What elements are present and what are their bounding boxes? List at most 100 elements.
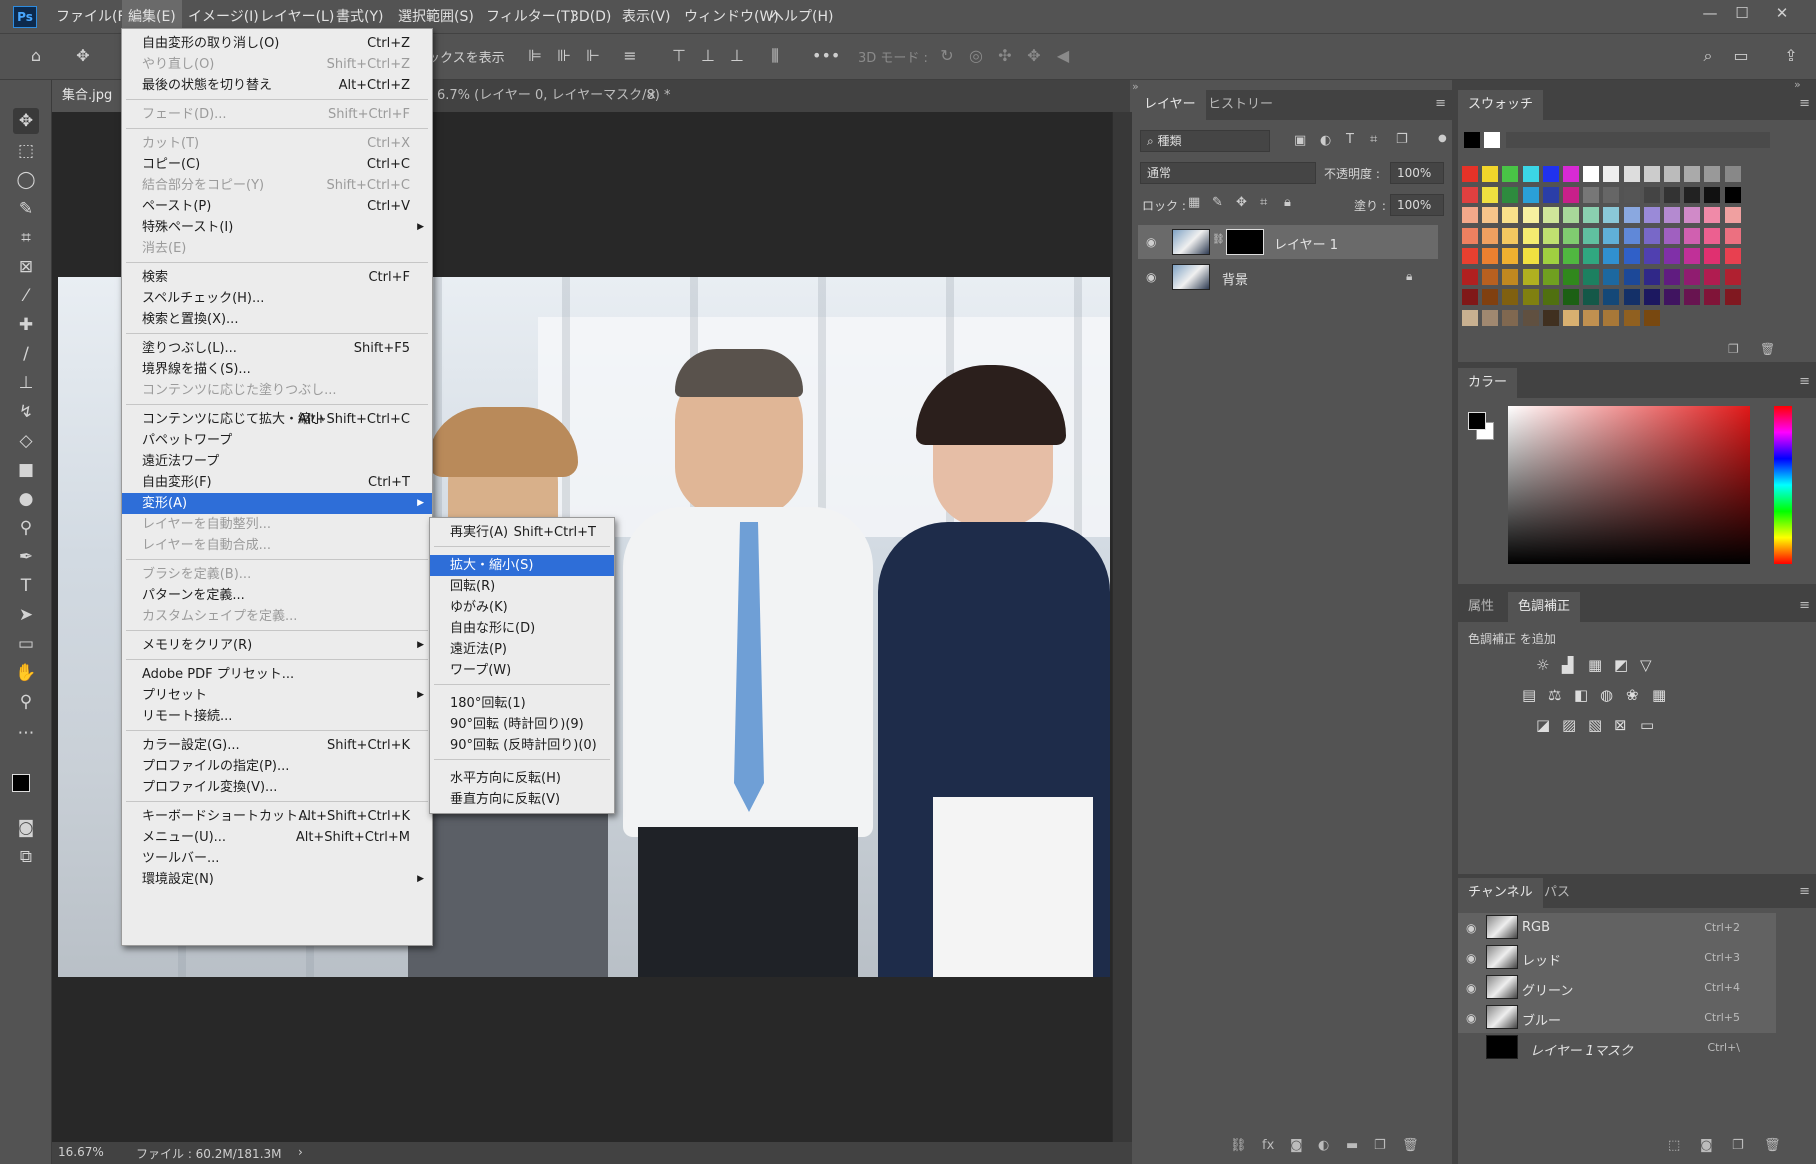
layer-row[interactable]: ◉ ⛓︎ レイヤー 1 bbox=[1138, 225, 1438, 259]
fx-icon[interactable]: fx bbox=[1262, 1138, 1274, 1153]
color-swatch[interactable] bbox=[1522, 289, 1539, 305]
color-swatch[interactable] bbox=[1603, 166, 1620, 182]
link-layers-icon[interactable]: ⛓︎ bbox=[1230, 1138, 1247, 1153]
edit-menu-item[interactable]: 環境設定(N) ▶ bbox=[122, 869, 432, 890]
color-swatch[interactable] bbox=[1462, 166, 1478, 182]
color-swatch[interactable] bbox=[1502, 207, 1519, 223]
color-swatch[interactable] bbox=[1583, 309, 1600, 326]
home-icon[interactable]: ⌂ bbox=[25, 45, 47, 67]
tab-color[interactable]: カラー bbox=[1458, 368, 1518, 398]
quick-select-icon[interactable]: ✎ bbox=[13, 196, 39, 222]
recent-swatch-black[interactable] bbox=[1464, 132, 1480, 148]
color-swatch[interactable] bbox=[1603, 289, 1620, 305]
transform-menu-item[interactable]: 180°回転(1) bbox=[430, 693, 614, 714]
stamp-tool-icon[interactable]: ⊥ bbox=[13, 370, 39, 396]
color-swatch[interactable] bbox=[1603, 309, 1620, 326]
eraser-icon[interactable]: ◇ bbox=[13, 428, 39, 454]
threshold-icon[interactable]: ▧ bbox=[1588, 716, 1602, 734]
edit-menu-item[interactable]: 検索と置換(X)... bbox=[122, 309, 432, 330]
chain-link-icon[interactable]: ⛓︎ bbox=[1212, 234, 1225, 245]
healing-brush-icon[interactable]: ✚ bbox=[13, 312, 39, 338]
color-swatch[interactable] bbox=[1684, 289, 1701, 305]
opacity-input[interactable]: 100% bbox=[1390, 162, 1444, 184]
edit-menu-item[interactable]: メモリをクリア(R) ▶ bbox=[122, 635, 432, 656]
color-swatch[interactable] bbox=[1462, 289, 1478, 305]
brightness-contrast-icon[interactable]: ☼ bbox=[1536, 656, 1549, 674]
color-swatch[interactable] bbox=[1563, 289, 1579, 305]
fill-input[interactable]: 100% bbox=[1390, 194, 1444, 216]
color-swatch[interactable] bbox=[1522, 227, 1539, 244]
color-swatch[interactable] bbox=[1482, 166, 1499, 182]
panel-menu-icon[interactable]: ≡ bbox=[1435, 96, 1446, 111]
edit-menu-item[interactable]: 検索 Ctrl+F bbox=[122, 267, 432, 288]
color-swatch[interactable] bbox=[1502, 227, 1519, 244]
color-swatch[interactable] bbox=[1603, 207, 1620, 223]
edit-menu-item[interactable]: 自由変形の取り消し(O) Ctrl+Z bbox=[122, 33, 432, 54]
color-swatch[interactable] bbox=[1704, 166, 1721, 182]
align-left-icon[interactable]: ⊫ bbox=[524, 45, 546, 67]
edit-menu-item[interactable]: パペットワープ bbox=[122, 430, 432, 451]
filter-type-icon[interactable]: T bbox=[1346, 132, 1354, 147]
minimize-icon[interactable]: — bbox=[1692, 0, 1728, 28]
filter-shape-icon[interactable]: ⌗ bbox=[1370, 132, 1377, 147]
color-swatch[interactable] bbox=[1704, 207, 1721, 223]
color-swatch[interactable] bbox=[1522, 207, 1539, 223]
color-swatch[interactable] bbox=[1623, 289, 1640, 305]
color-swatch[interactable] bbox=[1724, 289, 1741, 305]
exposure-icon[interactable]: ◩ bbox=[1614, 656, 1628, 674]
color-swatch[interactable] bbox=[1563, 186, 1579, 203]
add-mask-icon[interactable]: ◙ bbox=[1290, 1138, 1303, 1153]
edit-menu-item[interactable]: リモート接続... bbox=[122, 706, 432, 727]
color-swatch[interactable] bbox=[1684, 186, 1701, 203]
color-lookup-icon[interactable]: ▦ bbox=[1652, 686, 1666, 704]
color-swatch[interactable] bbox=[1623, 248, 1640, 264]
show-transform-controls-label[interactable]: ックスを表示 bbox=[427, 47, 505, 66]
color-swatch[interactable] bbox=[1563, 268, 1579, 285]
color-swatch[interactable] bbox=[1482, 309, 1499, 326]
color-swatch[interactable] bbox=[1664, 227, 1680, 244]
panel-menu-icon[interactable]: ≡ bbox=[1799, 374, 1810, 389]
color-picker-field[interactable] bbox=[1508, 406, 1750, 564]
transform-menu-item[interactable]: ワープ(W) bbox=[430, 660, 614, 681]
color-swatch[interactable] bbox=[1542, 248, 1559, 264]
color-swatch[interactable] bbox=[1603, 186, 1620, 203]
filter-adjustment-icon[interactable]: ◐ bbox=[1320, 133, 1331, 148]
color-swatch[interactable] bbox=[1482, 268, 1499, 285]
color-swatch[interactable] bbox=[1502, 309, 1519, 326]
color-swatch[interactable] bbox=[1502, 289, 1519, 305]
color-swatch[interactable] bbox=[1482, 227, 1499, 244]
maximize-icon[interactable]: ☐ bbox=[1724, 0, 1760, 28]
tab-document-1[interactable]: 集合.jpg bbox=[52, 80, 123, 112]
marquee-tool-icon[interactable]: ⬚ bbox=[13, 138, 39, 164]
channel-row[interactable]: レイヤー 1マスク Ctrl+\ bbox=[1458, 1033, 1776, 1063]
color-swatch[interactable] bbox=[1704, 289, 1721, 305]
color-swatch[interactable] bbox=[1623, 309, 1640, 326]
layer-row[interactable]: ◉ 背景 🔒︎ bbox=[1138, 260, 1438, 294]
delete-channel-icon[interactable]: 🗑︎ bbox=[1764, 1138, 1781, 1153]
eyedropper-icon[interactable]: ⁄ bbox=[13, 283, 39, 309]
color-swatch[interactable] bbox=[1542, 166, 1559, 182]
edit-menu-item[interactable]: ペースト(P) Ctrl+V bbox=[122, 196, 432, 217]
menu-view[interactable]: 表示(V) bbox=[616, 0, 677, 34]
color-swatch[interactable] bbox=[1724, 207, 1741, 223]
photo-filter-icon[interactable]: ◍ bbox=[1600, 686, 1613, 704]
color-swatch[interactable] bbox=[1522, 166, 1539, 182]
history-brush-icon[interactable]: ↯ bbox=[13, 399, 39, 425]
eye-icon[interactable]: ◉ bbox=[1466, 981, 1476, 995]
color-swatch[interactable] bbox=[1704, 186, 1721, 203]
hue-slider[interactable] bbox=[1774, 406, 1792, 564]
foreground-color-swatch[interactable] bbox=[12, 774, 30, 792]
edit-menu-item[interactable]: Adobe PDF プリセット... bbox=[122, 664, 432, 685]
color-swatch[interactable] bbox=[1502, 268, 1519, 285]
eye-icon[interactable]: ◉ bbox=[1146, 235, 1156, 249]
invert-icon[interactable]: ◪ bbox=[1536, 716, 1550, 734]
color-swatch[interactable] bbox=[1724, 248, 1741, 264]
align-right-icon[interactable]: ⊩ bbox=[582, 45, 604, 67]
distribute-icon[interactable]: ≡ bbox=[619, 45, 641, 67]
color-swatch[interactable] bbox=[1542, 289, 1559, 305]
eye-icon[interactable]: ◉ bbox=[1466, 921, 1476, 935]
transform-menu-item[interactable]: 垂直方向に反転(V) bbox=[430, 789, 614, 810]
blend-mode-select[interactable]: 通常 bbox=[1140, 162, 1316, 184]
channel-row[interactable]: ◉ グリーン Ctrl+4 bbox=[1458, 973, 1776, 1003]
color-swatch[interactable] bbox=[1542, 186, 1559, 203]
